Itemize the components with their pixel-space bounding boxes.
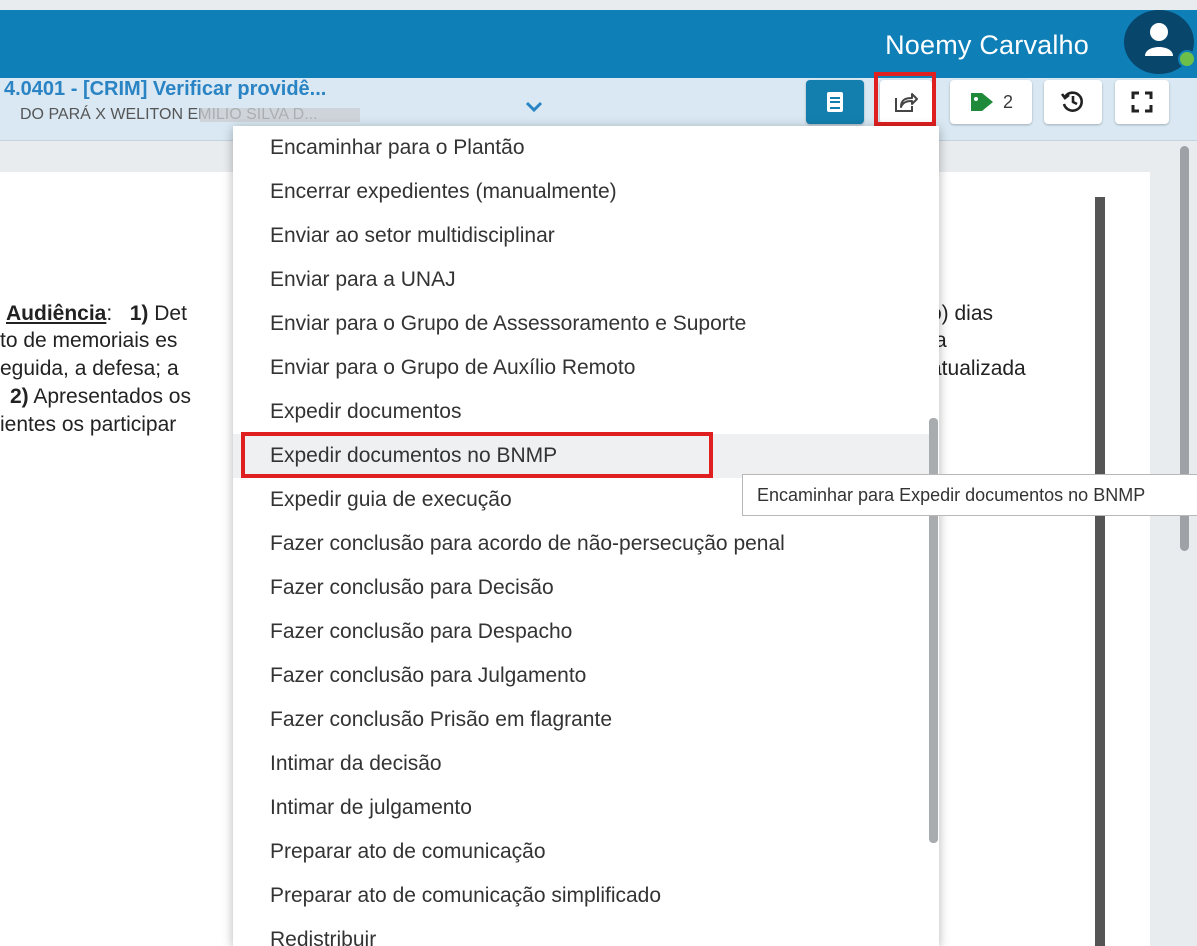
menu-item-setor-multidisciplinar[interactable]: Enviar ao setor multidisciplinar	[233, 214, 933, 258]
menu-item-conclusao-julgamento[interactable]: Fazer conclusão para Julgamento	[233, 654, 933, 698]
redacted-name-blur	[200, 108, 360, 122]
tag-count: 2	[1002, 91, 1013, 112]
app-window: Noemy Carvalho 4.0401 - [CRIM] Verificar…	[0, 0, 1197, 946]
menu-item-grupo-assessoramento[interactable]: Enviar para o Grupo de Assessoramento e …	[233, 302, 933, 346]
doc-item-number-2: 2)	[10, 385, 29, 408]
menu-item-preparar-ato-simplificado[interactable]: Preparar ato de comunicação simplificado	[233, 874, 933, 918]
menu-item-preparar-ato[interactable]: Preparar ato de comunicação	[233, 830, 933, 874]
doc-line-2: to de memoriais es	[0, 329, 178, 352]
menu-item-conclusao-anpp[interactable]: Fazer conclusão para acordo de não-perse…	[233, 522, 933, 566]
document-scrollbar[interactable]	[1095, 197, 1105, 946]
doc-line-5: ientes os participar	[0, 413, 177, 436]
book-icon	[827, 92, 843, 112]
bnmp-item-highlight	[241, 432, 713, 478]
doc-line-1-right: o) dias	[930, 302, 994, 325]
menu-item-intimar-julgamento[interactable]: Intimar de julgamento	[233, 786, 933, 830]
doc-colon: :	[106, 302, 113, 325]
menu-item-conclusao-despacho[interactable]: Fazer conclusão para Despacho	[233, 610, 933, 654]
menu-item-intimar-decisao[interactable]: Intimar da decisão	[233, 742, 933, 786]
doc-line-3-right: atualizada	[930, 357, 1026, 380]
menu-item-conclusao-prisao[interactable]: Fazer conclusão Prisão em flagrante	[233, 698, 933, 742]
menu-item-encaminhar-plantao[interactable]: Encaminhar para o Plantão	[233, 126, 933, 170]
tag-icon	[970, 93, 993, 111]
menu-tooltip: Encaminhar para Expedir documentos no BN…	[742, 474, 1197, 516]
process-title[interactable]: 4.0401 - [CRIM] Verificar providê...	[4, 78, 326, 101]
history-icon	[1060, 91, 1083, 112]
doc-text-fragment: Det	[154, 302, 187, 325]
tags-button[interactable]: 2	[950, 80, 1032, 124]
doc-line-1: Audiência: 1) Det	[6, 302, 187, 326]
chevron-down-icon[interactable]	[524, 100, 544, 114]
doc-item-number: 1)	[129, 302, 149, 325]
menu-item-conclusao-decisao[interactable]: Fazer conclusão para Decisão	[233, 566, 933, 610]
doc-line-3: eguida, a defesa; a	[0, 357, 179, 380]
forward-dropdown-menu: Encaminhar para o Plantão Encerrar exped…	[233, 126, 939, 946]
menu-item-grupo-auxilio-remoto[interactable]: Enviar para o Grupo de Auxílio Remoto	[233, 346, 933, 390]
forward-button-highlight	[874, 72, 936, 126]
doc-text-fragment-2: Apresentados os	[33, 385, 191, 408]
notes-button[interactable]	[806, 80, 864, 124]
user-name[interactable]: Noemy Carvalho	[885, 30, 1089, 61]
online-status-dot	[1178, 50, 1196, 68]
menu-item-unaj[interactable]: Enviar para a UNAJ	[233, 258, 933, 302]
menu-item-encerrar-expedientes[interactable]: Encerrar expedientes (manualmente)	[233, 170, 933, 214]
top-header: Noemy Carvalho	[0, 10, 1197, 78]
doc-line-4: 2) Apresentados os	[10, 385, 191, 409]
user-icon	[1145, 23, 1173, 56]
menu-item-expedir-documentos[interactable]: Expedir documentos	[233, 390, 933, 434]
menu-item-redistribuir[interactable]: Redistribuir	[233, 918, 933, 946]
doc-heading: Audiência	[6, 302, 107, 325]
history-button[interactable]	[1044, 80, 1102, 124]
fullscreen-icon	[1131, 91, 1153, 113]
fullscreen-button[interactable]	[1115, 80, 1169, 124]
